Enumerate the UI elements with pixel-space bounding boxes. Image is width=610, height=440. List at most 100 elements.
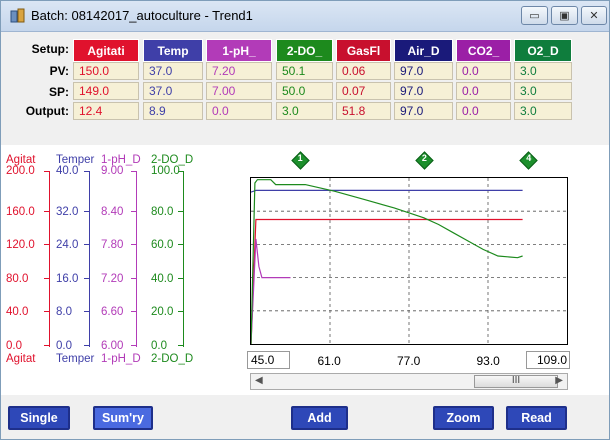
trend-plot-svg: [250, 178, 567, 345]
axis-name-bottom: Agitat: [6, 353, 36, 365]
trend-plot[interactable]: [250, 177, 568, 345]
x-start-field[interactable]: 45.0: [247, 351, 290, 369]
setup-sp-cell: 3.0: [514, 82, 572, 100]
axis-tick-mark: [84, 345, 89, 346]
output-label: Output:: [25, 104, 69, 118]
axis-line: [183, 171, 184, 347]
axis-tick-mark: [44, 345, 49, 346]
minimize-button[interactable]: ▭: [521, 6, 548, 25]
axis-tick-mark: [84, 171, 89, 172]
series-line-temper: [250, 189, 523, 193]
add-button[interactable]: Add: [291, 406, 348, 430]
setup-column-header[interactable]: Temp: [143, 39, 203, 62]
axis-tick-label: 8.40: [101, 205, 124, 218]
axis-tick-label: 24.0: [56, 239, 79, 252]
setup-column-header[interactable]: CO2_: [456, 39, 511, 62]
setup-output-cell: 51.8: [336, 102, 391, 120]
axis-tick-mark: [44, 171, 49, 172]
series-line-2-do-d: [250, 179, 523, 345]
axis-tick-mark: [178, 210, 183, 212]
axis-tick-label: 20.0: [151, 306, 174, 319]
axis-tick-label: 6.60: [101, 306, 124, 319]
event-marker-label: 4: [526, 153, 532, 163]
axis-line: [89, 171, 90, 347]
read-button[interactable]: Read: [506, 406, 567, 430]
axis-tick-label: 200.0: [6, 165, 35, 177]
app-icon: [10, 8, 25, 23]
setup-sp-cell: 50.0: [276, 82, 333, 100]
pv-label: PV:: [49, 64, 69, 78]
scroll-grip: III: [511, 375, 521, 386]
x-end-field[interactable]: 109.0: [526, 351, 570, 369]
event-marker-label: 1: [297, 153, 303, 163]
axis-tick-mark: [131, 210, 136, 212]
setup-sp-cell: 149.0: [73, 82, 139, 100]
axis-tick-label: 0.0: [6, 340, 22, 352]
zoom-button[interactable]: Zoom: [433, 406, 494, 430]
axis-tick-label: 16.0: [56, 272, 79, 285]
scroll-right-icon[interactable]: ▶: [555, 375, 563, 386]
setup-pv-cell: 37.0: [143, 62, 203, 80]
setup-label: Setup:: [31, 42, 69, 56]
event-marker-label: 2: [421, 153, 427, 163]
setup-pv-cell: 97.0: [394, 62, 453, 80]
setup-output-cell: 3.0: [514, 102, 572, 120]
axis-tick-label: 7.80: [101, 239, 124, 252]
axis-tick-label: 40.0: [151, 272, 174, 285]
axis-tick-mark: [44, 244, 49, 246]
axis-tick-label: 60.0: [151, 239, 174, 252]
horizontal-scrollbar[interactable]: ◀ III ▶: [250, 373, 568, 390]
minimize-icon: ▭: [529, 10, 540, 22]
axis-name-bottom: Temper: [56, 353, 95, 365]
setup-sp-cell: 0.0: [456, 82, 511, 100]
axis-tick-label: 80.0: [6, 272, 29, 285]
axis-tick-label: 100.0: [151, 165, 180, 177]
setup-column-header[interactable]: GasFl: [336, 39, 391, 62]
maximize-button[interactable]: ▣: [551, 6, 578, 25]
x-tick-label: 77.0: [397, 354, 421, 368]
setup-pv-cell: 50.1: [276, 62, 333, 80]
single-button[interactable]: Single: [8, 406, 70, 430]
sp-label: SP:: [48, 85, 69, 99]
axis-tick-mark: [178, 171, 183, 172]
x-tick-label: 93.0: [476, 354, 500, 368]
title-bar: Batch: 08142017_autoculture - Trend1 ▭ ▣…: [1, 1, 609, 32]
axis-tick-mark: [44, 277, 49, 279]
axis-tick-mark: [84, 210, 89, 212]
axis-tick-label: 6.00: [101, 340, 124, 352]
axis-tick-label: 8.0: [56, 306, 72, 319]
scroll-left-icon[interactable]: ◀: [255, 375, 263, 386]
setup-column-header[interactable]: 2-DO_: [276, 39, 333, 62]
axis-tick-mark: [44, 311, 49, 313]
axis-tick-label: 9.00: [101, 165, 124, 177]
axis-tick-label: 40.0: [56, 165, 79, 177]
setup-column-header[interactable]: O2_D: [514, 39, 572, 62]
axis-tick-label: 80.0: [151, 205, 174, 218]
axis-tick-label: 0.0: [56, 340, 72, 352]
axis-tick-mark: [84, 277, 89, 279]
setup-column-header[interactable]: Agitati: [73, 39, 139, 62]
setup-sp-cell: 97.0: [394, 82, 453, 100]
x-tick-label: 61.0: [317, 354, 341, 368]
setup-pv-cell: 3.0: [514, 62, 572, 80]
setup-pv-cell: 0.0: [456, 62, 511, 80]
series-line-agitat: [250, 218, 523, 345]
window-title: Batch: 08142017_autoculture - Trend1: [31, 8, 253, 23]
setup-column-header[interactable]: 1-pH_: [206, 39, 272, 62]
setup-output-cell: 0.0: [206, 102, 272, 120]
axis-tick-mark: [131, 171, 136, 172]
axis-tick-label: 160.0: [6, 205, 35, 218]
summary-button[interactable]: Sum'ry: [93, 406, 153, 430]
setup-output-cell: 97.0: [394, 102, 453, 120]
axis-tick-mark: [131, 244, 136, 246]
axis-tick-mark: [131, 277, 136, 279]
axis-tick-mark: [44, 210, 49, 212]
axis-tick-mark: [178, 277, 183, 279]
setup-column-header[interactable]: Air_D: [394, 39, 453, 62]
axis-tick-mark: [131, 345, 136, 346]
axis-tick-mark: [131, 311, 136, 313]
axis-tick-mark: [178, 345, 183, 346]
close-button[interactable]: ✕: [581, 6, 607, 25]
scroll-thumb[interactable]: III: [474, 375, 558, 388]
axis-tick-label: 120.0: [6, 239, 35, 252]
